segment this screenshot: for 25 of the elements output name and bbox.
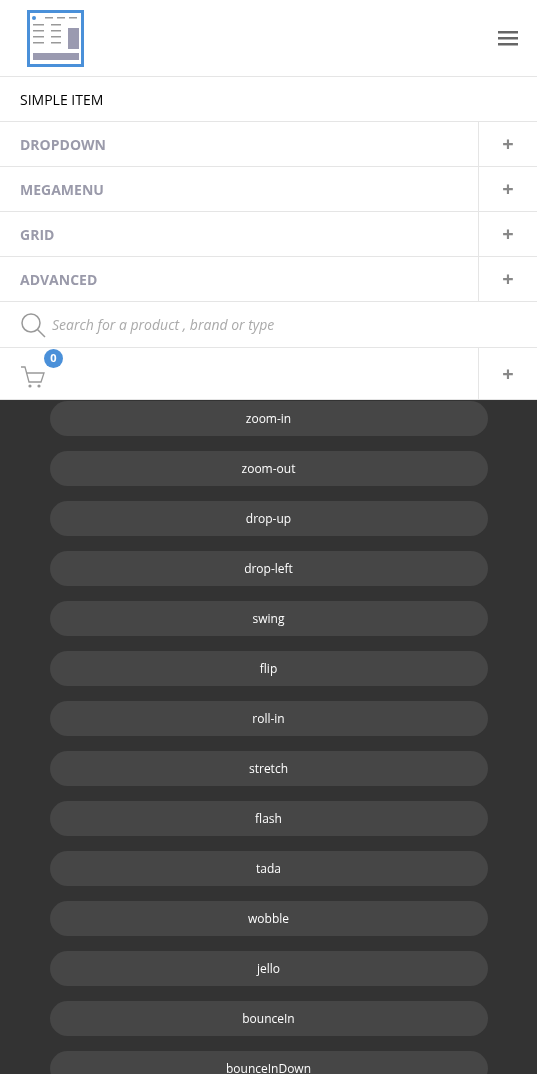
effect-button[interactable]: stretch: [49, 751, 488, 786]
cart-count-badge: 0: [44, 348, 63, 368]
expand-toggle[interactable]: +: [502, 358, 514, 389]
effect-button[interactable]: tada: [49, 851, 488, 886]
expand-toggle[interactable]: +: [502, 219, 514, 249]
effect-button[interactable]: jello: [49, 951, 488, 986]
effect-button[interactable]: drop-up: [49, 501, 488, 536]
effect-button[interactable]: bounceInDown: [49, 1051, 488, 1074]
expand-toggle[interactable]: +: [502, 174, 514, 204]
expand-toggle[interactable]: +: [502, 264, 514, 294]
effect-button[interactable]: flip: [49, 651, 488, 686]
effect-button[interactable]: roll-in: [49, 701, 488, 736]
effect-button[interactable]: zoom-out: [49, 451, 488, 486]
effect-button[interactable]: zoom-in: [49, 401, 488, 436]
effect-button[interactable]: drop-left: [49, 551, 488, 586]
logo-icon[interactable]: [27, 9, 84, 67]
effect-button[interactable]: flash: [49, 801, 488, 836]
effect-button[interactable]: bounceIn: [49, 1001, 488, 1036]
expand-toggle[interactable]: +: [502, 129, 514, 159]
effect-button[interactable]: wobble: [49, 901, 488, 936]
menu-item[interactable]: SIMPLE ITEM: [20, 88, 104, 110]
effect-button[interactable]: swing: [49, 601, 488, 636]
menu-icon[interactable]: [498, 30, 518, 46]
search-field[interactable]: Search for a product , brand or type: [52, 314, 537, 335]
search-icon: [20, 311, 46, 338]
